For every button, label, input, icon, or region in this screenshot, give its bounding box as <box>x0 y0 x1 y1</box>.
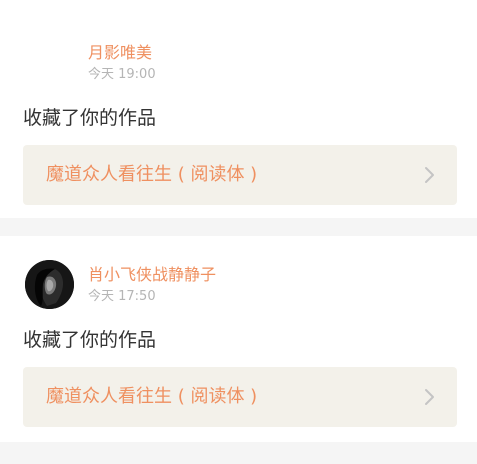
notification-separator <box>0 218 477 236</box>
username-link[interactable]: 肖小飞侠战静静子 <box>88 265 216 285</box>
action-text: 收藏了你的作品 <box>23 107 157 129</box>
avatar[interactable] <box>25 260 74 309</box>
work-title[interactable]: 魔道众人看往生 ( 阅读体 ) <box>46 163 257 187</box>
notification-item: 月影唯美 今天 19:00 收藏了你的作品 魔道众人看往生 ( 阅读体 ) <box>0 0 477 218</box>
username-link[interactable]: 月影唯美 <box>88 43 152 63</box>
notifications-page: 月影唯美 今天 19:00 收藏了你的作品 魔道众人看往生 ( 阅读体 ) 肖小… <box>0 0 477 464</box>
notification-item: 肖小飞侠战静静子 今天 17:50 收藏了你的作品 魔道众人看往生 ( 阅读体 … <box>0 236 477 442</box>
work-card[interactable]: 魔道众人看往生 ( 阅读体 ) <box>23 145 457 205</box>
timestamp: 今天 19:00 <box>88 67 156 82</box>
timestamp: 今天 17:50 <box>88 289 156 304</box>
action-text: 收藏了你的作品 <box>23 329 157 351</box>
avatar-image <box>25 260 74 309</box>
work-card[interactable]: 魔道众人看往生 ( 阅读体 ) <box>23 367 457 427</box>
notification-separator <box>0 442 477 464</box>
avatar[interactable] <box>25 36 73 84</box>
work-title[interactable]: 魔道众人看往生 ( 阅读体 ) <box>46 385 257 409</box>
chevron-right-icon <box>425 389 434 405</box>
chevron-right-icon <box>425 167 434 183</box>
